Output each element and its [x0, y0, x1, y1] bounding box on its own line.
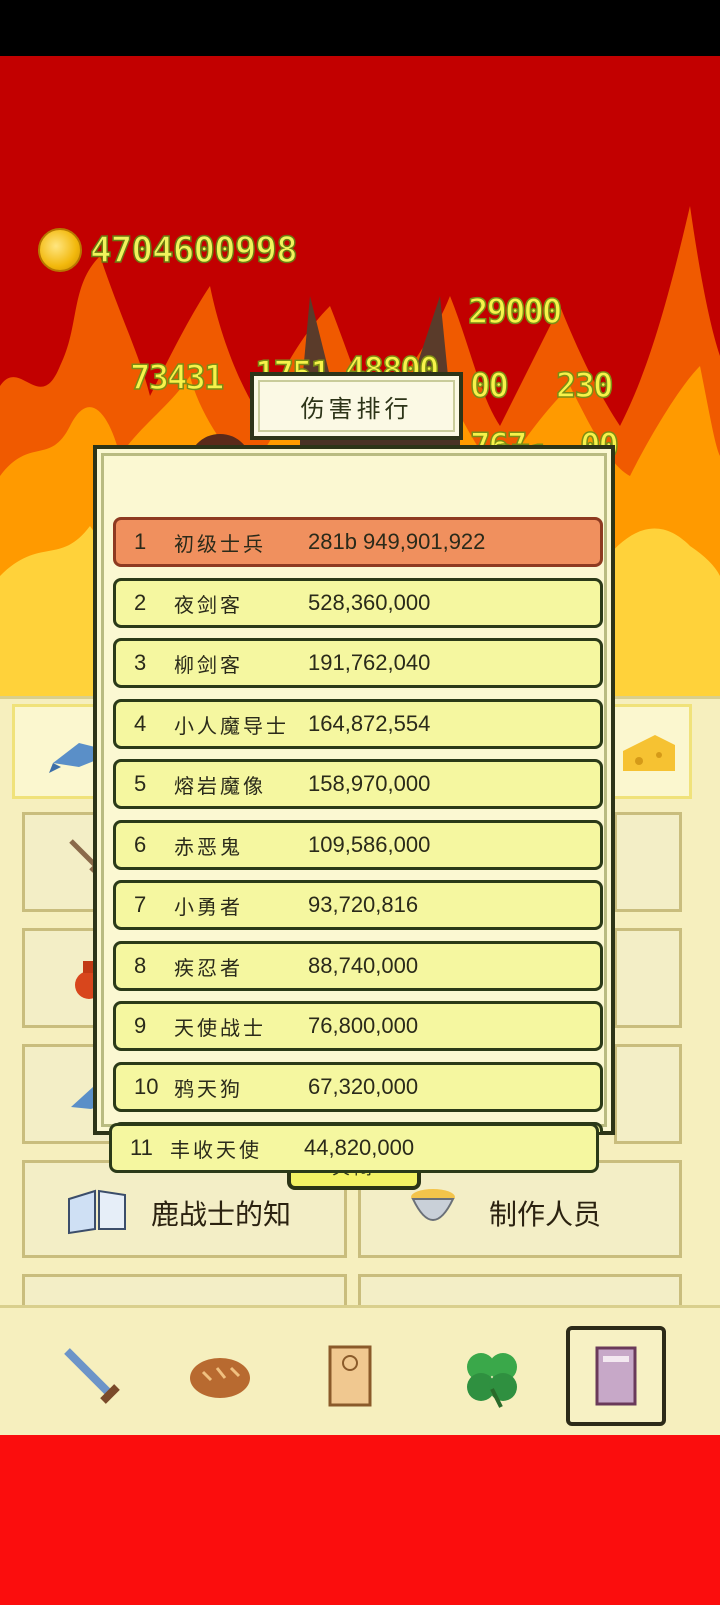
- nav-weapons[interactable]: [42, 1326, 142, 1426]
- nav-luck[interactable]: [442, 1326, 542, 1426]
- gold-counter: 4704600998: [38, 226, 298, 274]
- rank-row[interactable]: 6 赤恶鬼 109,586,000: [113, 820, 603, 870]
- hero-name: 天使战士: [174, 1015, 266, 1040]
- hero-name: 熔岩魔像: [174, 773, 266, 798]
- modal-title-tab: 伤害排行: [250, 372, 463, 440]
- rank-row[interactable]: 5 熔岩魔像 158,970,000: [113, 759, 603, 809]
- scroll-icon: [328, 1345, 372, 1407]
- rank-number: 8: [134, 953, 147, 978]
- rank-row[interactable]: 3 柳剑客 191,762,040: [113, 638, 603, 688]
- rank-row[interactable]: 9 天使战士 76,800,000: [113, 1001, 603, 1051]
- rank-number: 9: [134, 1013, 147, 1038]
- rank-number: 11: [130, 1135, 153, 1160]
- sword-icon: [64, 1348, 120, 1404]
- damage-value: 76,800,000: [308, 1013, 419, 1038]
- damage-value: 93,720,816: [308, 892, 419, 917]
- rank-number: 10: [134, 1074, 159, 1099]
- rank-row[interactable]: 4 小人魔导士 164,872,554: [113, 699, 603, 749]
- damage-number: 230: [555, 365, 614, 407]
- damage-value: 281b 949,901,922: [308, 529, 486, 554]
- damage-value: 44,820,000: [304, 1135, 415, 1160]
- rank-row[interactable]: 7 小勇者 93,720,816: [113, 880, 603, 930]
- hero-name: 疾忍者: [174, 955, 243, 980]
- hero-name: 夜剑客: [174, 592, 243, 617]
- hero-name: 初级士兵: [174, 531, 266, 556]
- rank-number: 2: [134, 590, 147, 615]
- rank-row[interactable]: 8 疾忍者 88,740,000: [113, 941, 603, 991]
- bread-icon: [190, 1358, 250, 1398]
- nav-quests[interactable]: [300, 1326, 400, 1426]
- damage-value: 67,320,000: [308, 1074, 419, 1099]
- rank-row[interactable]: 1 初级士兵 281b 949,901,922: [113, 517, 603, 567]
- damage-number: 29000: [467, 291, 563, 333]
- rank-row[interactable]: 10 鸦天狗 67,320,000: [113, 1062, 603, 1112]
- hero-name: 丰收天使: [170, 1137, 262, 1162]
- damage-value: 109,586,000: [308, 832, 431, 857]
- rank-number: 6: [134, 832, 147, 857]
- hero-name: 柳剑客: [174, 652, 243, 677]
- damage-number: 73431: [129, 357, 225, 399]
- coin-icon: [38, 228, 82, 272]
- bottom-background: [0, 1435, 720, 1605]
- hero-name: 赤恶鬼: [174, 834, 243, 859]
- hero-name: 小人魔导士: [174, 713, 289, 738]
- damage-value: 528,360,000: [308, 590, 431, 615]
- rank-number: 5: [134, 771, 147, 796]
- menu-tile[interactable]: [614, 812, 682, 912]
- rank-number: 3: [134, 650, 147, 675]
- rank-row[interactable]: 11 丰收天使 44,820,000: [109, 1123, 599, 1173]
- cheese-icon: [623, 735, 675, 771]
- menu-tile[interactable]: [614, 1044, 682, 1144]
- damage-value: 164,872,554: [308, 711, 431, 736]
- damage-number: 00: [469, 365, 509, 407]
- clover-icon: [467, 1353, 517, 1408]
- book-icon: [595, 1346, 637, 1406]
- knowledge-label: 鹿战士的知: [151, 1198, 292, 1231]
- modal-title: 伤害排行: [300, 394, 413, 423]
- open-book-icon: [68, 1189, 126, 1235]
- menu-tile[interactable]: [614, 928, 682, 1028]
- gold-amount: 4704600998: [89, 229, 298, 272]
- credits-label: 制作人员: [489, 1198, 602, 1231]
- nav-book[interactable]: [566, 1326, 666, 1426]
- nav-food[interactable]: [170, 1326, 270, 1426]
- rank-number: 7: [134, 892, 147, 917]
- bottom-nav: [0, 1305, 720, 1438]
- damage-value: 191,762,040: [308, 650, 431, 675]
- rank-row[interactable]: 2 夜剑客 528,360,000: [113, 578, 603, 628]
- hero-name: 鸦天狗: [174, 1076, 243, 1101]
- ranking-modal: 1 初级士兵 281b 949,901,922 2 夜剑客 528,360,00…: [93, 445, 615, 1135]
- damage-value: 158,970,000: [308, 771, 431, 796]
- hero-name: 小勇者: [174, 894, 243, 919]
- rank-number: 4: [134, 711, 147, 736]
- rank-number: 1: [134, 529, 147, 554]
- damage-value: 88,740,000: [308, 953, 419, 978]
